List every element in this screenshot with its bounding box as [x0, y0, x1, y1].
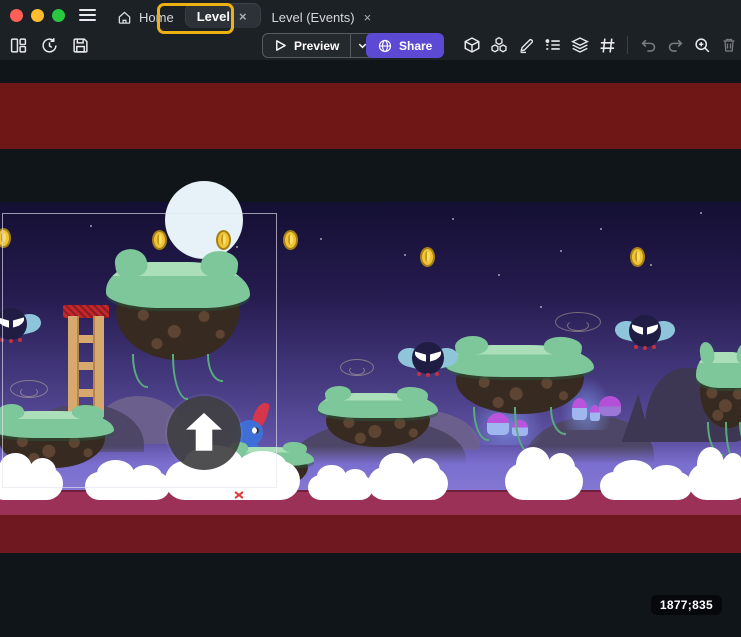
save-icon[interactable] — [70, 35, 90, 55]
bat-enemy[interactable] — [618, 314, 672, 350]
close-icon[interactable]: × — [237, 9, 249, 24]
cloud[interactable] — [600, 472, 692, 500]
star — [700, 212, 702, 214]
object-groups-icon[interactable] — [489, 35, 509, 55]
floating-island[interactable] — [696, 352, 741, 430]
floating-island[interactable] — [446, 345, 594, 415]
grid-icon[interactable] — [597, 35, 617, 55]
tab-level-events[interactable]: Level (Events) × — [261, 4, 385, 30]
jump-button[interactable] — [167, 396, 241, 470]
coin[interactable] — [420, 247, 435, 267]
history-icon[interactable] — [39, 35, 59, 55]
toolbar-divider — [627, 36, 628, 54]
toolbar: Preview Share — [0, 30, 741, 60]
window-zoom-button[interactable] — [52, 9, 65, 22]
titlebar: Home Level × Level (Events) × — [0, 0, 741, 30]
layers-icon[interactable] — [570, 35, 590, 55]
globe-icon — [378, 39, 392, 53]
star — [600, 228, 602, 230]
main-menu-icon[interactable] — [79, 9, 96, 21]
redo-icon[interactable] — [665, 35, 685, 55]
preview-button[interactable]: Preview — [262, 33, 375, 58]
share-label: Share — [399, 39, 432, 53]
top-red-band — [0, 83, 741, 149]
preview-label: Preview — [294, 39, 339, 53]
tab-label: Level — [197, 9, 230, 24]
objects-cube-icon[interactable] — [462, 35, 482, 55]
zoom-in-icon[interactable] — [692, 35, 712, 55]
coin[interactable] — [630, 247, 645, 267]
panels-icon[interactable] — [8, 35, 28, 55]
traffic-lights — [10, 9, 65, 22]
coin[interactable] — [283, 230, 298, 250]
star — [404, 254, 406, 256]
play-icon — [274, 39, 287, 52]
star — [650, 264, 652, 266]
window-minimize-button[interactable] — [31, 9, 44, 22]
origin-marker — [234, 490, 244, 498]
bottom-red-band — [0, 515, 741, 553]
cloud[interactable] — [368, 467, 448, 500]
cursor-coordinates: 1877;835 — [651, 595, 722, 615]
close-icon[interactable]: × — [362, 10, 374, 25]
undo-icon[interactable] — [638, 35, 658, 55]
tab-label: Home — [139, 10, 174, 25]
instances-list-icon[interactable] — [543, 35, 563, 55]
tab-bar: Home Level × Level (Events) × — [106, 0, 384, 30]
tab-home[interactable]: Home — [106, 4, 185, 30]
star — [560, 250, 562, 252]
editor-background: 1877;835 — [0, 553, 741, 637]
share-button[interactable]: Share — [366, 33, 444, 58]
outline-object[interactable] — [340, 359, 374, 376]
outline-object[interactable] — [555, 312, 601, 332]
bat-enemy[interactable] — [401, 341, 455, 377]
cloud[interactable] — [688, 463, 741, 500]
star — [452, 218, 454, 220]
window-close-button[interactable] — [10, 9, 23, 22]
tab-label: Level (Events) — [272, 10, 355, 25]
floating-island[interactable] — [318, 393, 438, 448]
mushroom[interactable] — [599, 396, 621, 416]
star — [498, 274, 500, 276]
trash-icon[interactable] — [719, 35, 739, 55]
star — [540, 306, 542, 308]
star — [320, 238, 322, 240]
home-icon — [117, 10, 132, 25]
edit-pencil-icon[interactable] — [516, 35, 536, 55]
app-window: Home Level × Level (Events) × — [0, 0, 741, 637]
tab-level[interactable]: Level × — [185, 3, 261, 28]
cloud[interactable] — [505, 463, 583, 500]
scene-canvas[interactable] — [0, 60, 741, 553]
cloud[interactable] — [308, 475, 373, 500]
